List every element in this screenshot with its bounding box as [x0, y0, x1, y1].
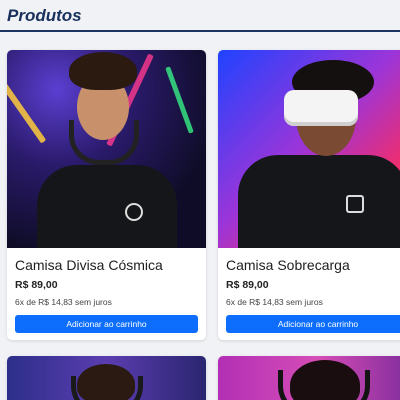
product-name[interactable]: Camisa Divisa Cósmica	[15, 257, 198, 273]
product-image[interactable]	[7, 356, 206, 400]
product-installments: 6x de R$ 14,83 sem juros	[226, 297, 323, 307]
product-image[interactable]	[218, 50, 400, 248]
product-card[interactable]: Camisa Sobrecarga R$ 89,00 6x de R$ 14,8…	[218, 50, 400, 340]
product-installments: 6x de R$ 14,83 sem juros	[15, 297, 112, 307]
product-price: R$ 89,00	[15, 279, 58, 291]
headset-microphone-icon	[278, 370, 370, 400]
add-to-cart-button[interactable]: Adicionar ao carrinho	[226, 315, 400, 333]
product-card[interactable]	[218, 356, 400, 400]
person-shirt	[238, 155, 400, 248]
neon-light	[165, 66, 194, 134]
person-hair	[69, 52, 137, 90]
neon-light	[7, 66, 47, 144]
shirt-logo-icon	[125, 203, 143, 221]
product-name[interactable]: Camisa Sobrecarga	[226, 257, 400, 273]
shirt-logo-icon	[346, 195, 364, 213]
page-title: Produtos	[7, 6, 82, 25]
add-to-cart-button[interactable]: Adicionar ao carrinho	[15, 315, 198, 333]
product-card[interactable]: Camisa Divisa Cósmica R$ 89,00 6x de R$ …	[7, 50, 206, 340]
product-price: R$ 89,00	[226, 279, 269, 291]
person-shirt	[37, 165, 177, 248]
product-image[interactable]	[7, 50, 206, 248]
headphones-icon	[71, 376, 143, 400]
product-card[interactable]	[7, 356, 206, 400]
product-image[interactable]	[218, 356, 400, 400]
title-divider	[0, 30, 400, 32]
vr-headset-icon	[284, 90, 358, 126]
